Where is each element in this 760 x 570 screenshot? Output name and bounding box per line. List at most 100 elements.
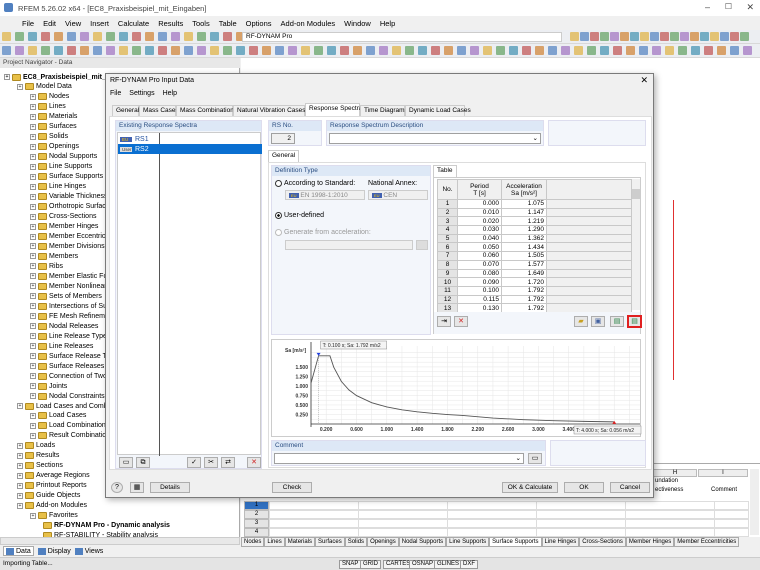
expand-icon[interactable]: + (30, 253, 36, 260)
table-row[interactable] (269, 510, 749, 519)
toolbar-button-icon[interactable] (710, 32, 719, 41)
menu-view[interactable]: View (65, 19, 81, 30)
toolbar-button-icon[interactable] (132, 32, 141, 41)
toolbar-button-icon[interactable] (41, 46, 50, 55)
tree-item[interactable]: + Nodal Supports (30, 152, 97, 162)
row-number[interactable]: 5 (437, 233, 458, 244)
menu-insert[interactable]: Insert (90, 19, 109, 30)
nav-tab-views[interactable]: Views (74, 546, 103, 556)
toolbar-button-icon[interactable] (28, 32, 37, 41)
table-row[interactable]: 12 0.115 1.792 (437, 294, 632, 305)
help-button[interactable]: ? (111, 482, 123, 493)
tree-item[interactable]: + Cross-Sections (30, 212, 96, 222)
tree-item[interactable]: + Surface Supports (30, 172, 103, 182)
expand-icon[interactable]: + (30, 273, 36, 280)
row-number[interactable]: 1 (437, 199, 458, 209)
toolbar-button-icon[interactable] (561, 46, 570, 55)
expand-icon[interactable]: + (30, 103, 36, 110)
acceleration-cell[interactable]: 1.649 (501, 268, 547, 279)
toolbar-button-icon[interactable] (262, 46, 271, 55)
tab-mass-combinations[interactable]: Mass Combinations (176, 105, 237, 116)
table-tab-nodes[interactable]: Nodes (241, 537, 265, 547)
expand-icon[interactable]: + (30, 213, 36, 220)
table-tab-member-eccentricities[interactable]: Member Eccentricities (674, 537, 740, 547)
tree-item[interactable]: + Guide Objects (17, 491, 80, 501)
toolbar-button-icon[interactable] (620, 32, 629, 41)
toolbar-button-icon[interactable] (106, 32, 115, 41)
nav-tab-data[interactable]: Data (3, 546, 34, 556)
table-row[interactable]: 1 0.000 1.075 (437, 199, 632, 209)
tree-item[interactable]: + Loads (17, 441, 55, 451)
expand-icon[interactable]: + (17, 452, 23, 459)
acceleration-cell[interactable]: 1.290 (501, 225, 547, 235)
toolbar-button-icon[interactable] (223, 46, 232, 55)
tree-item[interactable]: + Ribs (30, 261, 63, 271)
row-number[interactable]: 12 (437, 294, 458, 305)
table-scrollbar[interactable] (632, 179, 640, 310)
toolbar-button-icon[interactable] (640, 32, 649, 41)
tree-item[interactable]: + Results (17, 451, 59, 461)
expand-icon[interactable]: + (30, 203, 36, 210)
tab-dynamic-load-cases[interactable]: Dynamic Load Cases (405, 105, 471, 116)
toolbar-button-icon[interactable] (418, 46, 427, 55)
toolbar-button-icon[interactable] (301, 46, 310, 55)
toggle-dxf[interactable]: DXF (460, 560, 478, 569)
cancel-button[interactable]: Cancel (610, 482, 650, 493)
tree-item[interactable]: + Sections (17, 461, 63, 471)
tree-item[interactable]: + Solids (30, 132, 68, 142)
menu-calculate[interactable]: Calculate (118, 19, 149, 30)
menu-help[interactable]: Help (380, 19, 395, 30)
expand-icon[interactable]: + (30, 93, 36, 100)
toolbar-button-icon[interactable] (680, 32, 689, 41)
tree-item[interactable]: + Joints (30, 381, 67, 391)
expand-icon[interactable]: + (30, 183, 36, 190)
nav-tab-display[interactable]: Display (37, 546, 71, 556)
export-excel-icon[interactable]: ▤ (610, 316, 624, 327)
period-cell[interactable]: 0.060 (457, 251, 502, 261)
toolbar-button-icon[interactable] (106, 46, 115, 55)
toolbar-button-icon[interactable] (327, 46, 336, 55)
table-row[interactable]: 11 0.100 1.792 (437, 285, 632, 296)
toolbar-button-icon[interactable] (704, 46, 713, 55)
toolbar-button-icon[interactable] (522, 46, 531, 55)
expand-icon[interactable]: + (30, 323, 36, 330)
toolbar-button-icon[interactable] (132, 46, 141, 55)
toolbar-button-icon[interactable] (444, 46, 453, 55)
expand-icon[interactable]: + (30, 313, 36, 320)
toolbar-button-icon[interactable] (392, 46, 401, 55)
row-number[interactable]: 3 (437, 216, 458, 227)
toolbar-button-icon[interactable] (184, 32, 193, 41)
table-tab-surface-supports[interactable]: Surface Supports (489, 537, 542, 547)
tree-item[interactable]: + Orthotropic Surfaces (30, 202, 113, 212)
toolbar-button-icon[interactable] (457, 46, 466, 55)
expand-icon[interactable]: + (30, 303, 36, 310)
table-row[interactable]: 2 0.010 1.147 (437, 207, 632, 218)
tree-item[interactable]: + Openings (30, 142, 79, 152)
tree-item[interactable]: + Surface Releases (30, 361, 104, 371)
toolbar-button-icon[interactable] (639, 46, 648, 55)
table-tab-line-hinges[interactable]: Line Hinges (541, 537, 580, 547)
toolbar-button-icon[interactable] (119, 46, 128, 55)
expand-icon[interactable]: + (30, 193, 36, 200)
close-button[interactable]: ✕ (746, 2, 754, 13)
description-dropdown[interactable]: ⌄ (329, 133, 541, 144)
period-cell[interactable]: 0.040 (457, 233, 502, 244)
toolbar-button-icon[interactable] (483, 46, 492, 55)
row-number[interactable]: 6 (437, 242, 458, 253)
toolbar-button-icon[interactable] (145, 46, 154, 55)
tree-item[interactable]: + Printout Reports (17, 481, 87, 491)
tree-item[interactable]: + Line Releases (30, 341, 93, 351)
period-cell[interactable]: 0.080 (457, 268, 502, 279)
toolbar-button-icon[interactable] (41, 32, 50, 41)
expand-icon[interactable]: + (30, 243, 36, 250)
table-tab-solids[interactable]: Solids (344, 537, 368, 547)
new-spectrum-button[interactable]: ▭ (119, 457, 133, 468)
toolbar-button-icon[interactable] (730, 46, 739, 55)
expand-icon[interactable]: + (30, 393, 36, 400)
table-row[interactable] (269, 528, 749, 537)
period-cell[interactable]: 0.090 (457, 277, 502, 287)
toolbar-button-icon[interactable] (67, 46, 76, 55)
expand-icon[interactable]: + (30, 173, 36, 180)
comment-dropdown[interactable]: ⌄ (274, 453, 524, 464)
period-cell[interactable]: 0.020 (457, 216, 502, 227)
